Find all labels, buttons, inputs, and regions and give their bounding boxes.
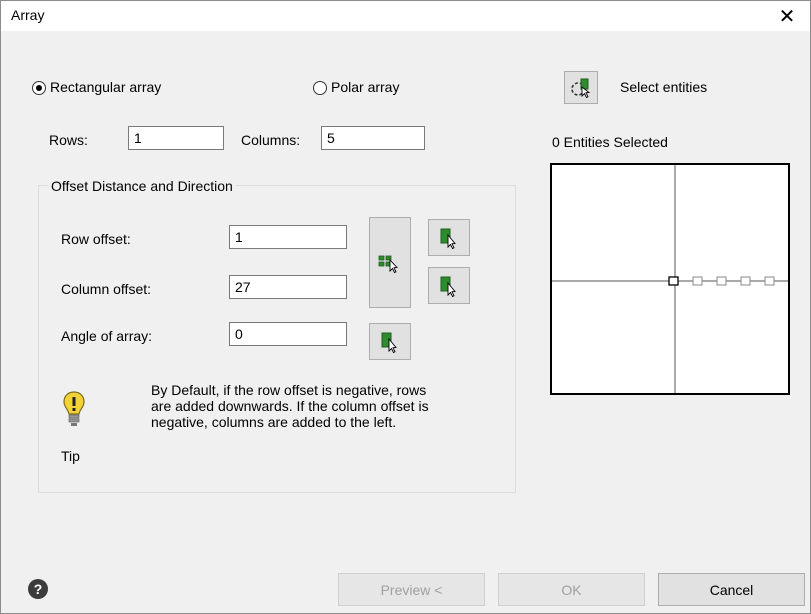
rows-label: Rows: [49, 132, 88, 148]
lightbulb-icon [63, 391, 85, 426]
polar-array-label[interactable]: Polar array [331, 79, 399, 95]
help-icon[interactable]: ? [28, 579, 48, 599]
polar-array-radio[interactable] [313, 81, 327, 95]
preview-button[interactable]: Preview < [338, 573, 485, 606]
tip-label: Tip [61, 448, 80, 464]
tip-text-line: By Default, if the row offset is negativ… [151, 382, 427, 398]
array-preview [550, 163, 790, 395]
column-offset-input[interactable] [229, 275, 347, 299]
pick-row-offset-button[interactable] [428, 219, 470, 256]
close-icon: ✕ [778, 5, 796, 28]
row-offset-input[interactable] [229, 225, 347, 249]
offset-group-title: Offset Distance and Direction [48, 178, 236, 194]
window-title: Array [11, 7, 45, 23]
tip-text-line: are added downwards. If the column offse… [151, 398, 429, 414]
pick-angle-icon [381, 332, 397, 353]
rows-input[interactable] [128, 126, 224, 150]
close-button[interactable]: ✕ [764, 1, 810, 31]
rectangular-array-radio[interactable] [32, 81, 46, 95]
angle-of-array-input[interactable] [229, 322, 347, 346]
angle-of-array-label: Angle of array: [61, 328, 153, 344]
rectangular-array-label[interactable]: Rectangular array [50, 79, 161, 95]
select-entities-label: Select entities [620, 79, 708, 95]
columns-label: Columns: [241, 132, 301, 148]
select-entities-icon [571, 78, 591, 98]
row-offset-label: Row offset: [61, 231, 131, 247]
select-entities-button[interactable] [564, 71, 598, 104]
column-offset-label: Column offset: [61, 281, 152, 297]
columns-input[interactable] [321, 126, 425, 150]
ok-button[interactable]: OK [498, 573, 645, 606]
pick-column-offset-button[interactable] [428, 267, 470, 304]
pick-row-offset-icon [440, 228, 456, 249]
array-dialog: Array ✕ Rectangular array Polar array Se… [0, 0, 811, 614]
pick-both-offsets-button[interactable] [369, 217, 411, 308]
title-bar: Array ✕ [1, 1, 810, 31]
array-preview-graphic [552, 165, 788, 393]
pick-column-offset-icon [440, 276, 456, 297]
tip-text-line: negative, columns are added to the left. [151, 414, 397, 430]
tip-text: By Default, if the row offset is negativ… [151, 382, 429, 430]
entities-selected-count: 0 Entities Selected [552, 134, 668, 150]
pick-angle-button[interactable] [369, 323, 411, 360]
cancel-button[interactable]: Cancel [658, 573, 805, 606]
pick-both-offsets-icon [378, 255, 398, 273]
